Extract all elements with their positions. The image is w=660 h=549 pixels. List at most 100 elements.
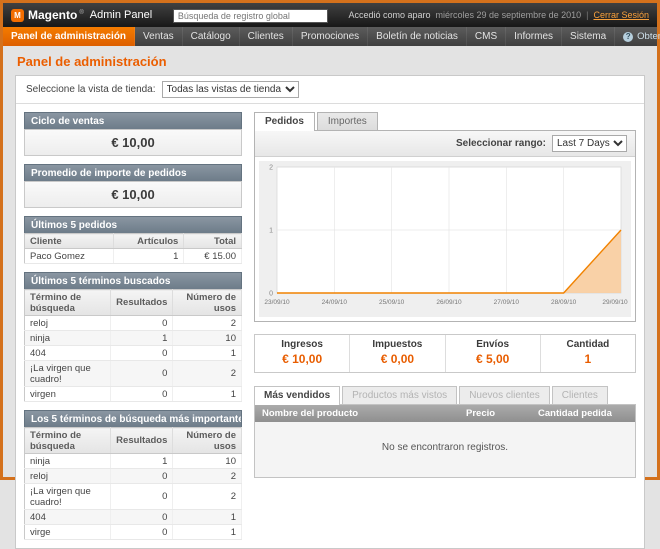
top-search-terms-panel: Los 5 términos de búsqueda más important… — [24, 410, 242, 540]
left-column: Ciclo de ventas € 10,00 Promedio de impo… — [24, 112, 242, 540]
nav-item-informes[interactable]: Informes — [506, 27, 562, 46]
last-orders-panel: Últimos 5 pedidos Cliente Artículos Tota… — [24, 216, 242, 264]
nav-item-boletin[interactable]: Boletín de noticias — [368, 27, 467, 46]
stat-ingresos: Ingresos € 10,00 — [255, 335, 350, 372]
tab-importes[interactable]: Importes — [317, 112, 378, 130]
products-grid: Nombre del producto Precio Cantidad pedi… — [254, 404, 636, 478]
table-cell: 0 — [111, 469, 173, 484]
table-header-row: Cliente Artículos Total — [25, 234, 242, 249]
table-cell: 1 — [173, 525, 242, 540]
products-table: Nombre del producto Precio Cantidad pedi… — [255, 405, 635, 422]
chart-toolbar: Seleccionar rango: Last 7 Days — [255, 131, 635, 157]
magento-logo-icon: M — [11, 9, 24, 22]
table-row[interactable]: ninja 1 10 — [25, 454, 242, 469]
svg-text:28/09/10: 28/09/10 — [551, 299, 577, 306]
range-label: Seleccionar rango: — [456, 138, 546, 149]
dashboard-card: Seleccione la vista de tienda: Todas las… — [15, 75, 645, 549]
table-cell: 0 — [111, 525, 173, 540]
range-select[interactable]: Last 7 Days — [552, 135, 627, 152]
nav-item-ventas[interactable]: Ventas — [135, 27, 183, 46]
table-row[interactable]: reloj 0 2 — [25, 469, 242, 484]
svg-text:23/09/10: 23/09/10 — [264, 299, 290, 306]
store-view-row: Seleccione la vista de tienda: Todas las… — [16, 76, 644, 104]
help-icon: ? — [623, 32, 633, 42]
table-cell: 0 — [111, 346, 173, 361]
average-orders-panel: Promedio de importe de pedidos € 10,00 — [24, 164, 242, 208]
nav-item-sistema[interactable]: Sistema — [562, 27, 615, 46]
logo-text: Magento — [28, 8, 77, 22]
table-row[interactable]: ¡La virgen que cuadro! 0 2 — [25, 361, 242, 387]
stat-label: Ingresos — [257, 339, 347, 350]
panel-title: Últimos 5 pedidos — [24, 216, 242, 233]
stat-value: € 0,00 — [352, 352, 442, 366]
table-cell: ninja — [25, 331, 111, 346]
column-header: Número de usos — [173, 428, 242, 454]
svg-text:1: 1 — [269, 228, 273, 235]
svg-text:26/09/10: 26/09/10 — [436, 299, 462, 306]
svg-text:27/09/10: 27/09/10 — [494, 299, 520, 306]
table-cell: Paco Gomez — [25, 249, 114, 264]
stat-value: € 10,00 — [257, 352, 347, 366]
lifetime-sales-panel: Ciclo de ventas € 10,00 — [24, 112, 242, 156]
table-cell: 2 — [173, 469, 242, 484]
table-cell: 1 — [173, 346, 242, 361]
table-row[interactable]: 404 0 1 — [25, 346, 242, 361]
table-cell: reloj — [25, 316, 111, 331]
products-tabs: Más vendidos Productos más vistos Nuevos… — [254, 386, 636, 404]
column-header: Resultados — [111, 290, 173, 316]
average-orders-value: € 10,00 — [24, 181, 242, 208]
panel-title: Ciclo de ventas — [24, 112, 242, 129]
panel-title: Los 5 términos de búsqueda más important… — [24, 410, 242, 427]
orders-area-chart: 01223/09/1024/09/1025/09/1026/09/1027/09… — [259, 161, 631, 317]
nav-item-cms[interactable]: CMS — [467, 27, 506, 46]
chart-area: 01223/09/1024/09/1025/09/1026/09/1027/09… — [255, 157, 635, 321]
store-view-select[interactable]: Todas las vistas de tienda — [162, 81, 299, 98]
logout-link[interactable]: Cerrar Sesión — [593, 10, 649, 20]
table-row[interactable]: Paco Gomez 1 € 15.00 — [25, 249, 242, 264]
table-header-row: Nombre del producto Precio Cantidad pedi… — [255, 405, 635, 422]
tab-mas-vendidos[interactable]: Más vendidos — [254, 386, 340, 405]
stat-label: Envíos — [448, 339, 538, 350]
column-header: Término de búsqueda — [25, 428, 111, 454]
table-row[interactable]: virge 0 1 — [25, 525, 242, 540]
tab-clientes[interactable]: Clientes — [552, 386, 608, 404]
svg-text:2: 2 — [269, 165, 273, 172]
nav-item-promociones[interactable]: Promociones — [293, 27, 368, 46]
divider: | — [586, 10, 588, 20]
table-cell: 1 — [113, 249, 183, 264]
help-link[interactable]: ? Obtener ayuda para esta página — [615, 27, 660, 46]
nav-item-catalogo[interactable]: Catálogo — [183, 27, 240, 46]
tab-pedidos[interactable]: Pedidos — [254, 112, 315, 131]
table-cell: ¡La virgen que cuadro! — [25, 484, 111, 510]
table-row[interactable]: 404 0 1 — [25, 510, 242, 525]
tab-productos-mas-vistos[interactable]: Productos más vistos — [342, 386, 457, 404]
user-info: Accedió como aparo miércoles 29 de septi… — [348, 10, 649, 20]
table-row[interactable]: reloj 0 2 — [25, 316, 242, 331]
global-search-input[interactable] — [173, 9, 328, 23]
table-cell: 1 — [111, 331, 173, 346]
table-cell: 404 — [25, 346, 111, 361]
table-cell: 1 — [111, 454, 173, 469]
table-cell: 2 — [173, 484, 242, 510]
table-row[interactable]: virgen 0 1 — [25, 387, 242, 402]
svg-text:0: 0 — [269, 291, 273, 298]
nav-item-clientes[interactable]: Clientes — [240, 27, 293, 46]
stat-value: 1 — [543, 352, 633, 366]
store-view-label: Seleccione la vista de tienda: — [26, 84, 156, 95]
table-row[interactable]: ninja 1 10 — [25, 331, 242, 346]
nav-item-dashboard[interactable]: Panel de administración — [3, 27, 135, 46]
help-label: Obtener ayuda para esta página — [637, 31, 660, 42]
table-row[interactable]: ¡La virgen que cuadro! 0 2 — [25, 484, 242, 510]
table-cell: 1 — [173, 387, 242, 402]
table-cell: 10 — [173, 331, 242, 346]
totals-bar: Ingresos € 10,00 Impuestos € 0,00 Envíos… — [254, 334, 636, 373]
lifetime-sales-value: € 10,00 — [24, 129, 242, 156]
table-cell: virgen — [25, 387, 111, 402]
table-cell: 0 — [111, 387, 173, 402]
column-header: Término de búsqueda — [25, 290, 111, 316]
column-header: Cantidad pedida — [531, 405, 635, 422]
table-cell: ninja — [25, 454, 111, 469]
page-title: Panel de administración — [15, 50, 645, 75]
panel-title: Últimos 5 términos buscados — [24, 272, 242, 289]
tab-nuevos-clientes[interactable]: Nuevos clientes — [459, 386, 550, 404]
